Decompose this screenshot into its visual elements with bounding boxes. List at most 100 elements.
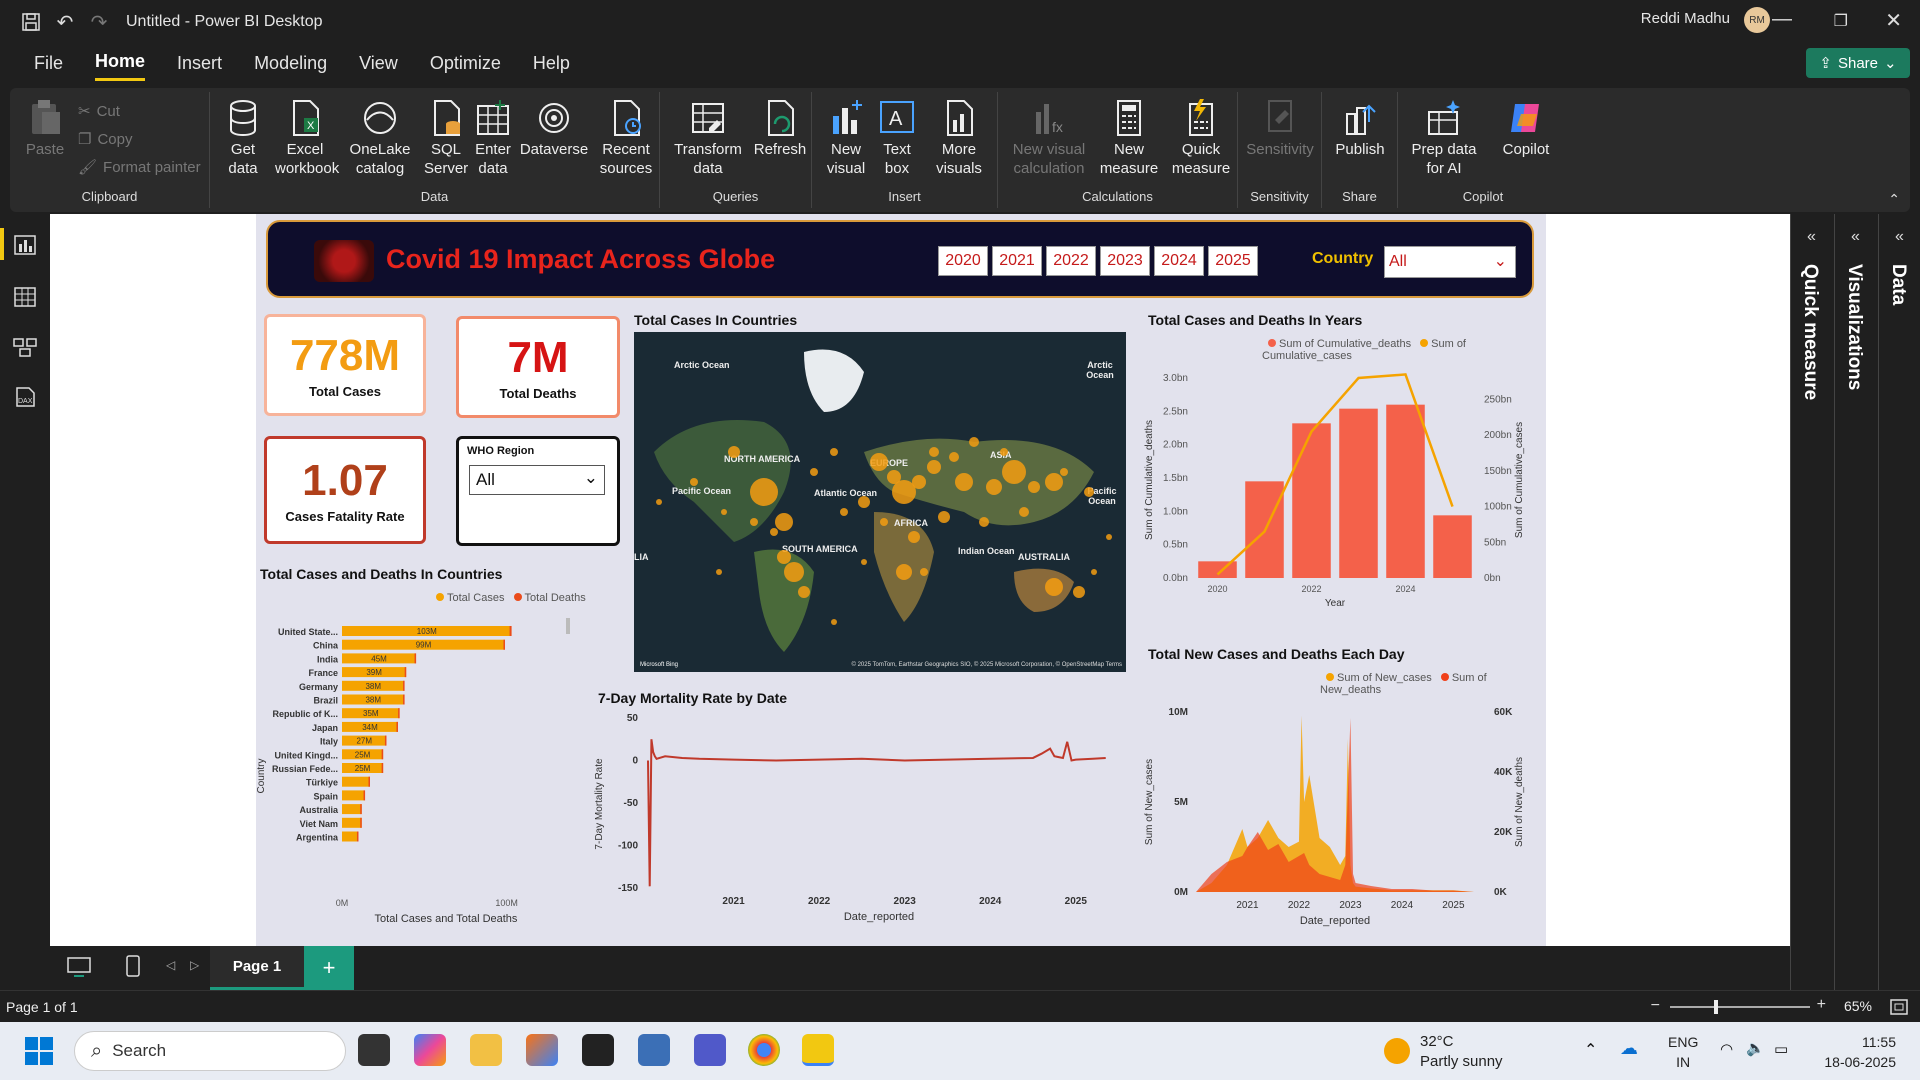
dataverse-button[interactable]: Dataverse <box>518 98 590 159</box>
excel-workbook-button[interactable]: X Excel workbook <box>272 98 339 178</box>
collapse-ribbon-icon[interactable]: ⌃ <box>1888 191 1900 208</box>
dax-query-view-icon[interactable]: DAX <box>12 386 38 408</box>
zoom-slider-thumb[interactable] <box>1714 1000 1718 1014</box>
years-combo-chart[interactable]: 0.0bn 0.5bn 1.0bn 1.5bn 2.0bn 2.5bn 3.0bn 0bn 50… <box>1140 352 1530 642</box>
battery-icon[interactable]: ▭ <box>1774 1040 1788 1058</box>
category-label: Republic of K... <box>272 709 338 719</box>
undo-icon[interactable]: ↶ <box>48 5 82 39</box>
refresh-button[interactable]: Refresh <box>750 98 810 159</box>
wifi-icon[interactable]: ◠ <box>1720 1040 1733 1058</box>
visualizations-pane[interactable]: « Visualizations <box>1834 214 1878 990</box>
publish-button[interactable]: Publish <box>1326 98 1394 159</box>
next-page-icon[interactable]: ▷ <box>190 958 199 972</box>
sql-server-button[interactable]: SQL Server <box>422 98 470 178</box>
table-view-icon[interactable] <box>12 286 38 308</box>
zoom-out-icon[interactable]: − <box>1651 997 1660 1015</box>
data-pane[interactable]: « Data <box>1878 214 1920 990</box>
copilot-app-icon[interactable] <box>414 1034 446 1066</box>
format-painter-button[interactable]: 🖌 Format painter <box>78 158 201 177</box>
bar-total-deaths <box>503 639 505 650</box>
year-2022-button[interactable]: 2022 <box>1046 246 1096 276</box>
who-region-dropdown[interactable]: All ⌄ <box>469 465 605 495</box>
fit-to-page-icon[interactable] <box>1890 999 1908 1015</box>
year-2023-button[interactable]: 2023 <box>1100 246 1150 276</box>
prev-page-icon[interactable]: ◁ <box>166 958 175 972</box>
language-indicator[interactable]: ENG IN <box>1668 1032 1698 1072</box>
avatar[interactable]: RM <box>1744 7 1770 33</box>
menu-file[interactable]: File <box>34 47 63 80</box>
expand-chevron-icon[interactable]: « <box>1895 228 1904 246</box>
text-box-button[interactable]: A Text box <box>872 98 922 178</box>
weather-widget[interactable]: 32°C Partly sunny <box>1420 1032 1503 1072</box>
new-measure-button[interactable]: New measure <box>1094 98 1164 178</box>
teams-icon[interactable] <box>694 1034 726 1066</box>
year-2024-button[interactable]: 2024 <box>1154 246 1204 276</box>
expand-chevron-icon[interactable]: « <box>1807 228 1816 246</box>
file-explorer-icon[interactable] <box>470 1034 502 1066</box>
page-tab-page1[interactable]: Page 1 <box>210 946 304 990</box>
close-icon[interactable]: ✕ <box>1885 8 1902 33</box>
new-visual-calculation-button[interactable]: fx New visual calculation <box>1006 98 1092 178</box>
mortality-line-chart[interactable]: 50 0 -50 -100 -150 2021 2022 2023 2024 2025 Date_r… <box>590 708 1130 946</box>
add-page-button[interactable]: + <box>304 946 354 990</box>
map-bubble <box>938 511 950 523</box>
world-map[interactable]: Arctic Ocean Arctic Ocean NORTH AMERICA … <box>634 332 1126 672</box>
transform-data-button[interactable]: Transform data <box>668 98 748 178</box>
chevron-up-icon[interactable]: ⌃ <box>1584 1040 1597 1060</box>
recent-sources-button[interactable]: Recent sources <box>594 98 658 178</box>
year-2020-button[interactable]: 2020 <box>938 246 988 276</box>
menu-modeling[interactable]: Modeling <box>254 47 327 80</box>
expand-chevron-icon[interactable]: « <box>1851 228 1860 246</box>
quick-measure-button[interactable]: Quick measure <box>1166 98 1236 178</box>
zoom-in-icon[interactable]: + <box>1817 996 1826 1014</box>
x-axis-label: Date_reported <box>844 911 914 923</box>
category-label: Brazil <box>313 696 338 706</box>
task-view-icon[interactable] <box>358 1034 390 1066</box>
bar-total-deaths <box>509 626 512 636</box>
report-view-icon[interactable] <box>12 234 38 256</box>
redo-icon[interactable]: ↷ <box>82 5 116 39</box>
sensitivity-button[interactable]: Sensitivity <box>1242 98 1318 159</box>
cut-button[interactable]: ✂ Cut <box>78 102 120 121</box>
more-visuals-button[interactable]: More visuals <box>924 98 994 178</box>
country-bar-chart[interactable]: Country United State... 103M China 99M India 4… <box>256 606 586 946</box>
share-button[interactable]: ⇪ Share ⌄ <box>1806 48 1910 78</box>
map-bubble <box>777 550 791 564</box>
country-dropdown[interactable]: All ⌄ <box>1384 246 1516 278</box>
desktop-layout-icon[interactable] <box>66 956 92 978</box>
bar-total-deaths <box>414 653 417 664</box>
clock[interactable]: 11:55 18-06-2025 <box>1824 1032 1896 1072</box>
menu-home[interactable]: Home <box>95 45 146 81</box>
enter-data-button[interactable]: Enter data <box>470 98 516 178</box>
app-icon[interactable] <box>526 1034 558 1066</box>
menu-help[interactable]: Help <box>533 47 570 80</box>
copilot-button[interactable]: Copilot <box>1490 98 1562 159</box>
new-visual-button[interactable]: New visual <box>820 98 872 178</box>
calculator-app-icon[interactable] <box>638 1034 670 1066</box>
chrome-icon[interactable] <box>748 1034 780 1066</box>
minimize-icon[interactable]: — <box>1772 8 1792 31</box>
year-2025-button[interactable]: 2025 <box>1208 246 1258 276</box>
restore-icon[interactable]: ❐ <box>1834 11 1848 31</box>
menu-optimize[interactable]: Optimize <box>430 47 501 80</box>
paste-button[interactable]: Paste <box>20 98 70 159</box>
volume-icon[interactable]: 🔈 <box>1746 1039 1765 1057</box>
mobile-layout-icon[interactable] <box>124 954 142 978</box>
power-bi-icon[interactable] <box>802 1034 834 1066</box>
year-2021-button[interactable]: 2021 <box>992 246 1042 276</box>
menu-view[interactable]: View <box>359 47 398 80</box>
save-icon[interactable] <box>14 5 48 39</box>
onelake-catalog-button[interactable]: OneLake catalog <box>340 98 420 178</box>
menu-insert[interactable]: Insert <box>177 47 222 80</box>
terminal-icon[interactable] <box>582 1034 614 1066</box>
model-view-icon[interactable] <box>12 336 38 358</box>
copy-button[interactable]: ❐ Copy <box>78 130 132 149</box>
daily-area-chart[interactable]: 0M 5M 10M 0K 20K 40K 60K 2021 2022 2023 2024 2025 Da… <box>1140 684 1530 946</box>
quick-measure-pane[interactable]: « Quick measure <box>1790 214 1834 990</box>
onedrive-icon[interactable]: ☁ <box>1620 1038 1638 1059</box>
zoom-slider[interactable] <box>1670 1000 1810 1014</box>
windows-start-icon[interactable] <box>24 1036 54 1066</box>
taskbar-search[interactable]: ⌕ Search <box>74 1031 346 1071</box>
prep-data-ai-button[interactable]: Prep data for AI <box>1402 98 1486 178</box>
get-data-button[interactable]: Get data <box>216 98 270 178</box>
